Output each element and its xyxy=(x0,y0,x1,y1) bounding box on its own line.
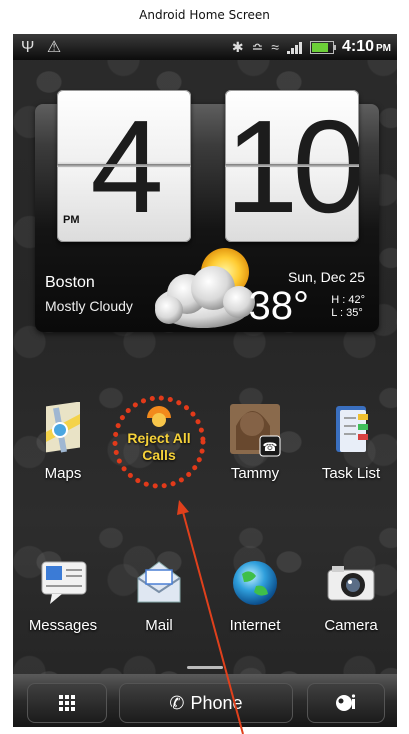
app-reject-all-calls[interactable]: Reject All Calls xyxy=(111,388,207,501)
clock-weather-widget[interactable]: 4 PM 10 Boston Mostly Cloudy Sun, Dec 25… xyxy=(35,90,379,332)
all-apps-button[interactable] xyxy=(27,683,107,723)
warning-icon: ⚠ xyxy=(46,39,62,56)
weather-date: Sun, Dec 25 xyxy=(287,269,365,285)
reject-calls-line1: Reject All xyxy=(127,430,191,446)
dock-bar: ✆ Phone xyxy=(13,674,397,727)
vibrate-icon: ≏ xyxy=(251,38,264,55)
weather-temperature: 38° xyxy=(248,284,310,328)
app-label: Internet xyxy=(229,617,281,634)
contact-photo-icon: ☎ xyxy=(226,402,284,460)
weather-high: H : 42° xyxy=(331,294,365,306)
signal-icon xyxy=(286,40,302,54)
clock-hour-card: 4 PM xyxy=(57,90,191,242)
app-label: Camera xyxy=(324,617,378,634)
camera-icon xyxy=(322,554,380,612)
app-tammy[interactable]: ☎ Tammy xyxy=(207,402,303,482)
reject-calls-line2: Calls xyxy=(142,447,176,463)
app-label: Task List xyxy=(321,465,381,482)
status-right: ✱ ≏ ≈ 4:10 PM xyxy=(232,38,391,56)
app-camera[interactable]: Camera xyxy=(303,554,397,634)
app-messages[interactable]: Messages xyxy=(15,554,111,634)
friend-stream-icon xyxy=(336,694,356,711)
globe-icon xyxy=(226,554,284,612)
clock-minutes: 10 xyxy=(225,93,359,240)
bluetooth-icon: ✱ xyxy=(231,38,244,55)
weather-low: L : 35° xyxy=(331,307,363,319)
svg-text:☎: ☎ xyxy=(263,440,278,454)
app-label: Tammy xyxy=(230,465,280,482)
app-label: Maps xyxy=(44,465,82,482)
weather-condition: Mostly Cloudy xyxy=(45,298,133,314)
phone-screen: Ψ ⚠ ✱ ≏ ≈ 4:10 PM 4 PM 10 Boston Mostly … xyxy=(13,34,397,727)
status-bar: Ψ ⚠ ✱ ≏ ≈ 4:10 PM xyxy=(13,34,397,60)
app-task-list[interactable]: Task List xyxy=(303,402,397,482)
weather-city: Boston xyxy=(45,274,95,291)
clock-minute-card: 10 xyxy=(225,90,359,242)
task-list-icon xyxy=(322,402,380,460)
app-mail[interactable]: Mail xyxy=(111,554,207,634)
battery-icon xyxy=(309,40,336,54)
app-maps[interactable]: Maps xyxy=(15,401,111,482)
friend-stream-button[interactable] xyxy=(307,683,385,723)
status-time: 4:10 PM xyxy=(341,38,391,55)
dock-handle[interactable] xyxy=(187,666,223,669)
maps-icon xyxy=(34,401,92,460)
weather-high-low: H : 42° L : 35° xyxy=(331,294,365,320)
app-label: Messages xyxy=(28,617,98,634)
app-internet[interactable]: Internet xyxy=(207,554,303,634)
usb-icon: Ψ xyxy=(21,39,35,56)
phone-label: Phone xyxy=(190,692,243,713)
grid-icon xyxy=(59,695,75,711)
status-left: Ψ ⚠ xyxy=(21,37,69,57)
phone-button[interactable]: ✆ Phone xyxy=(119,683,293,723)
wifi-icon: ≈ xyxy=(271,39,279,55)
messages-icon xyxy=(34,554,92,612)
mail-icon xyxy=(130,554,188,612)
app-label: Mail xyxy=(145,617,173,634)
clock-ampm: PM xyxy=(63,214,80,226)
phone-icon: ✆ xyxy=(169,692,185,713)
caption: Android Home Screen xyxy=(139,8,270,22)
